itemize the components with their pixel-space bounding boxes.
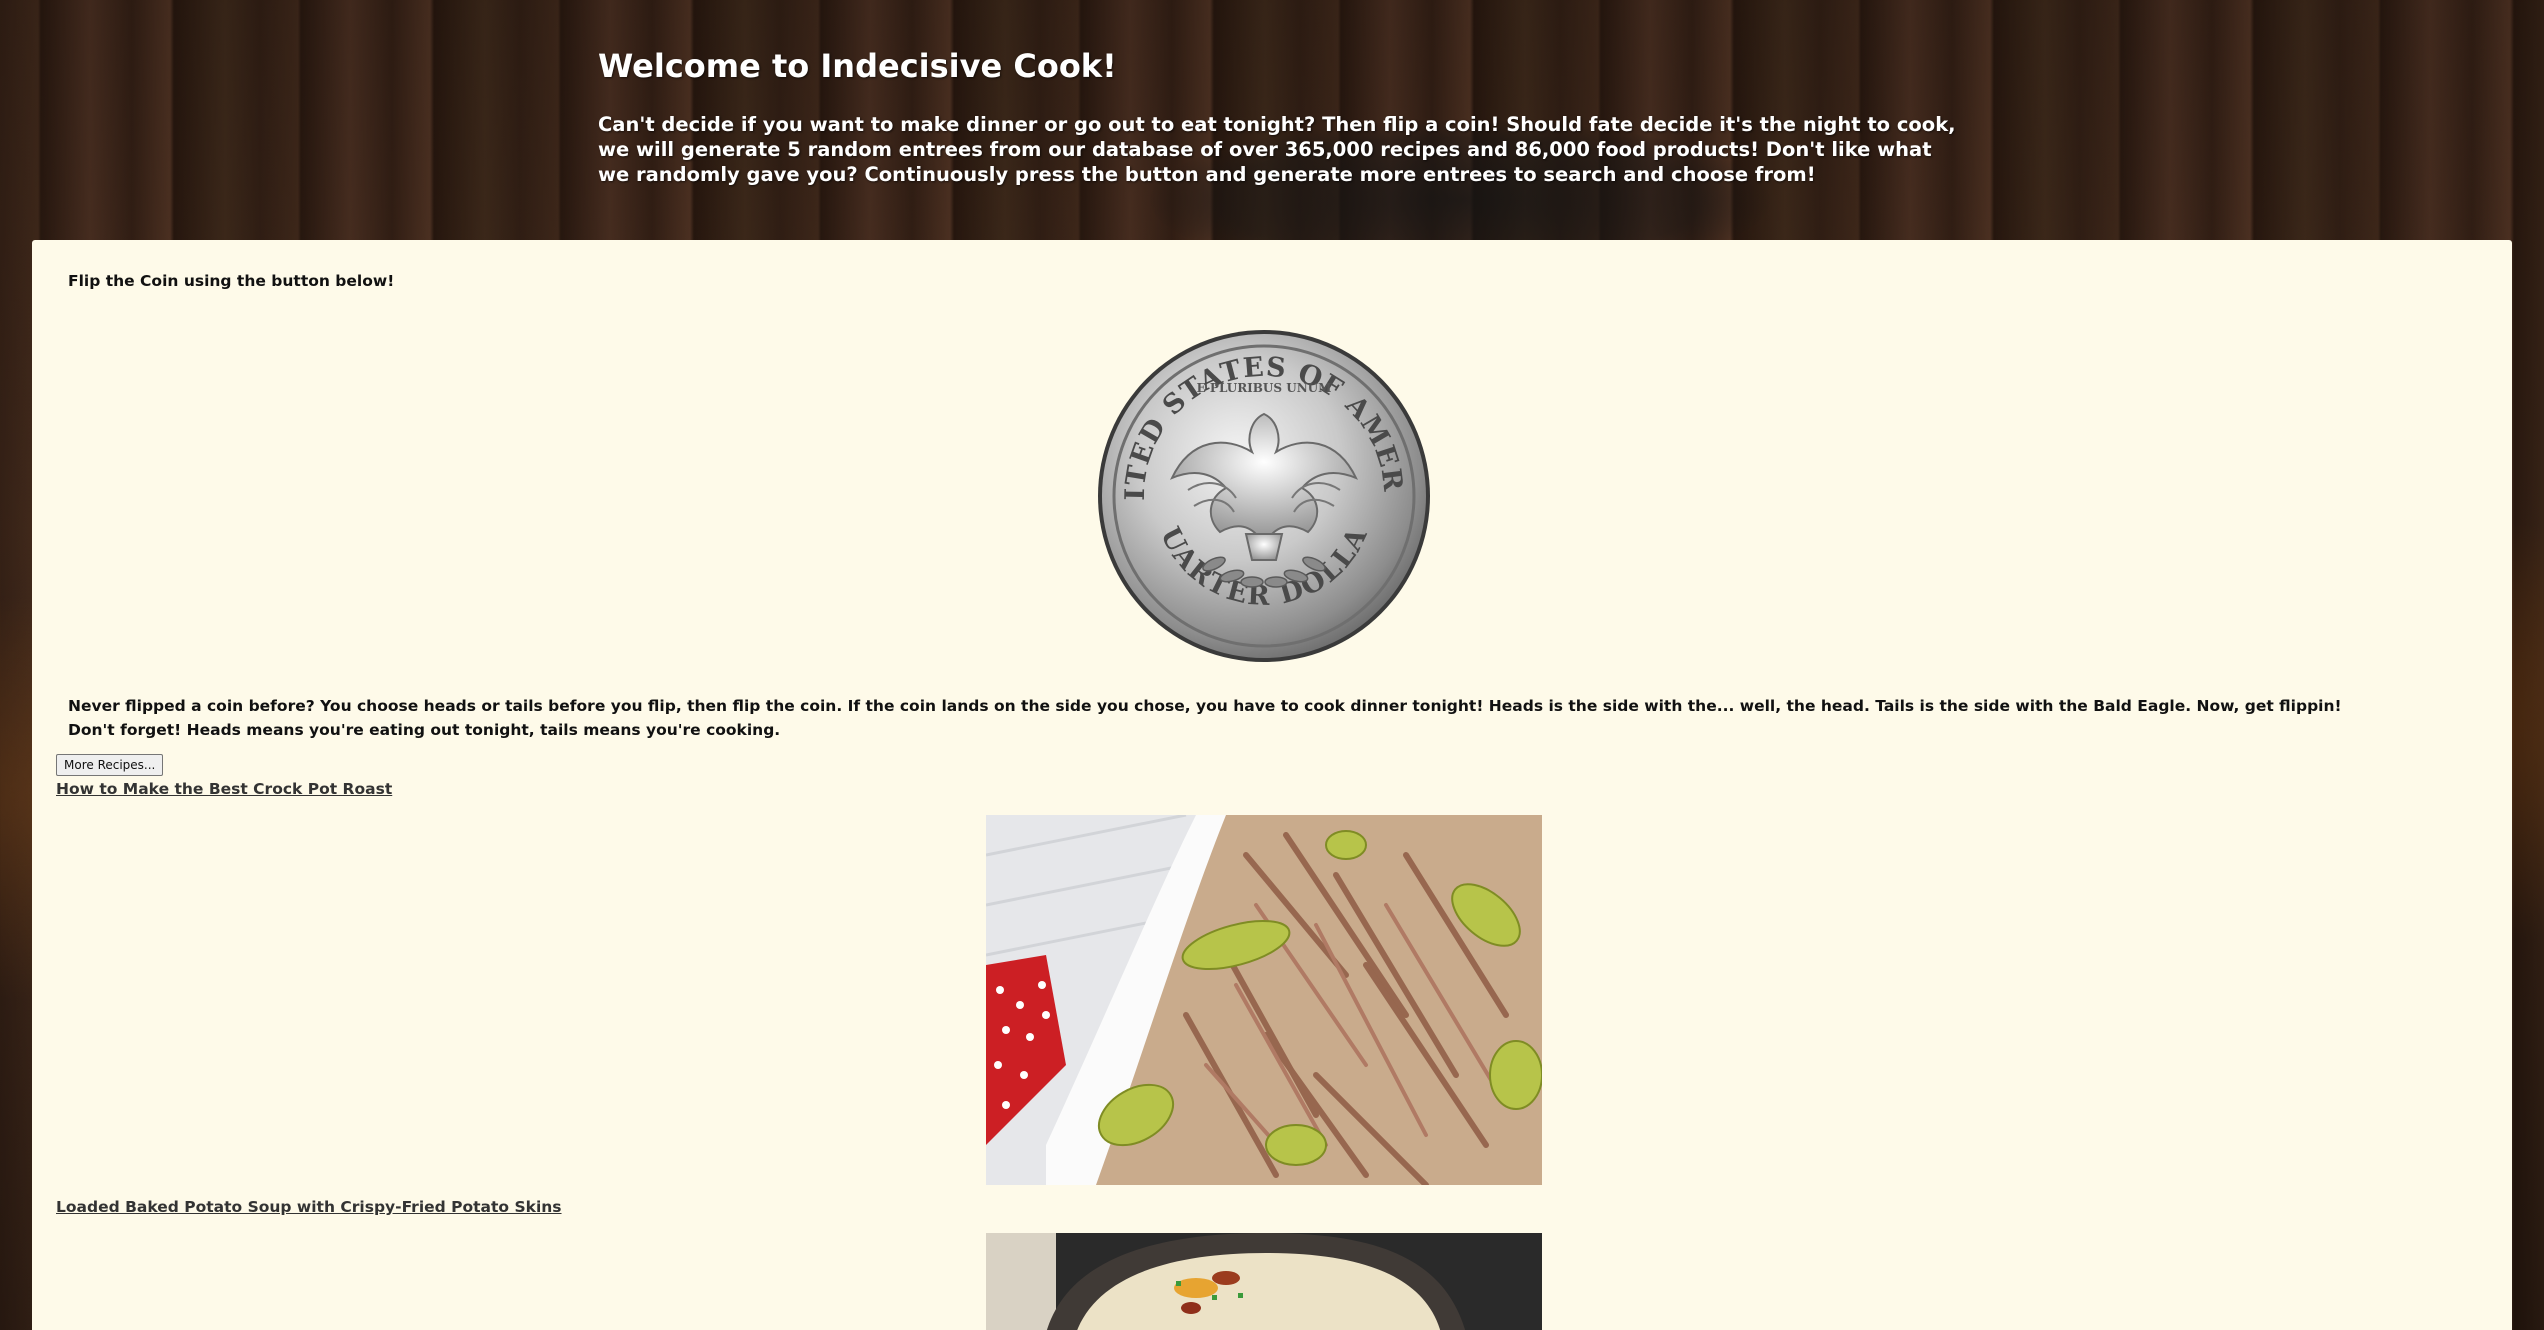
recipe-link-potato-soup[interactable]: Loaded Baked Potato Soup with Crispy-Fri…: [56, 1198, 562, 1216]
page-title: Welcome to Indecisive Cook!: [598, 47, 1117, 85]
coin-motto: E PLURIBUS UNUM: [1197, 381, 1332, 395]
potato-soup-photo: [986, 1233, 1542, 1330]
flip-instruction: Flip the Coin using the button below!: [68, 272, 395, 290]
site-header: Welcome to Indecisive Cook! Can't decide…: [598, 36, 1998, 187]
quarter-coin-icon: UNITED STATES OF AMERICA QUARTER DOLLAR …: [1096, 328, 1430, 662]
coin-flip-button[interactable]: UNITED STATES OF AMERICA QUARTER DOLLAR …: [1096, 328, 1432, 664]
coin-instructions: Never flipped a coin before? You choose …: [68, 697, 2342, 739]
pot-roast-photo: [986, 815, 1542, 1185]
recipe-image-potato-soup[interactable]: [986, 1233, 1542, 1330]
more-recipes-button[interactable]: More Recipes...: [56, 754, 164, 776]
recipe-image-crock-pot-roast[interactable]: [986, 815, 1542, 1185]
recipe-link-crock-pot-roast[interactable]: How to Make the Best Crock Pot Roast: [56, 780, 392, 798]
intro-text: Can't decide if you want to make dinner …: [598, 113, 1956, 186]
content-panel: Flip the Coin using the button below! IT…: [32, 240, 2512, 1330]
